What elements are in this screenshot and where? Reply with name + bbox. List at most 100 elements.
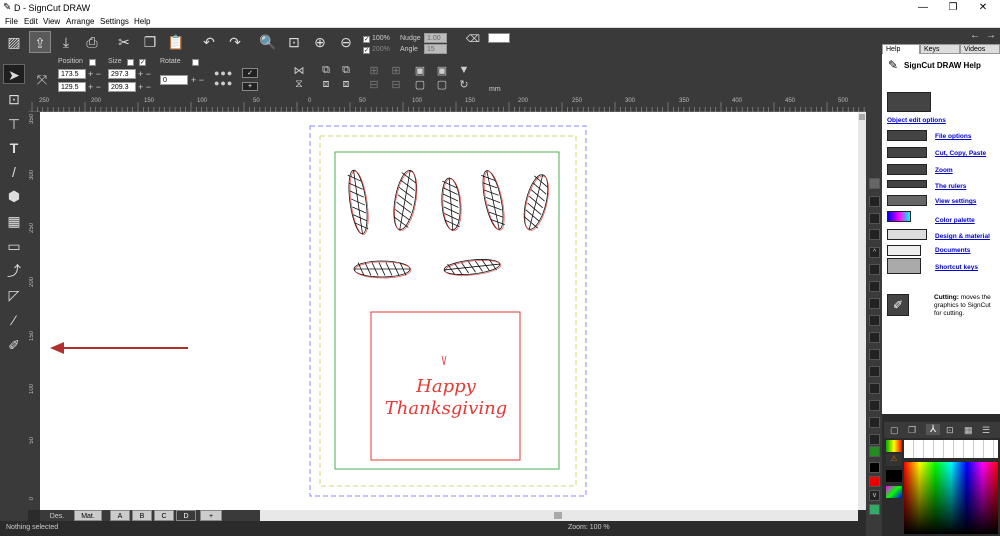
pos-x-field[interactable]: 173.5 (58, 69, 86, 79)
tab-help[interactable]: Help (882, 44, 920, 54)
recent-colors[interactable] (904, 440, 998, 458)
layer-slot[interactable] (869, 332, 880, 343)
line-icon[interactable] (869, 229, 880, 240)
grid-color-icon[interactable]: ▦ (964, 425, 973, 436)
back-icon[interactable]: ▢ (412, 78, 428, 91)
size-w-plus[interactable]: + − (138, 69, 151, 79)
scroll-down-icon[interactable]: v (869, 490, 880, 501)
zoom-fit-icon[interactable]: ⊡ (283, 31, 305, 53)
distribute-icon[interactable]: ⊟ (366, 78, 382, 91)
size-w-field[interactable]: 297.3 (108, 69, 136, 79)
vertical-scrollbar[interactable] (858, 112, 866, 510)
zoom-out-icon[interactable]: ⊖ (335, 31, 357, 53)
layer-slot[interactable] (869, 298, 880, 309)
grid-small-icon[interactable] (869, 213, 880, 224)
link-view-settings[interactable]: View settings (935, 198, 976, 205)
link-rulers[interactable]: The rulers (935, 183, 966, 190)
knife-tool-icon[interactable]: ⁄ (3, 310, 25, 330)
scroll-up-icon[interactable]: ^ (869, 247, 880, 258)
pos-y-field[interactable]: 129.5 (58, 82, 86, 92)
layer-slot[interactable] (869, 264, 880, 275)
tab-material[interactable]: Mat. (74, 510, 102, 521)
forward-arrow-icon[interactable]: → (986, 30, 996, 41)
upload-icon[interactable]: ⇪ (29, 31, 51, 53)
grid-tool-icon[interactable]: ▦ (3, 211, 25, 231)
drawing-canvas[interactable]: Happy Thanksgiving (40, 112, 858, 510)
break-icon[interactable]: ⧈ (338, 78, 354, 91)
tab-b[interactable]: B (132, 510, 152, 521)
select-arrow-icon[interactable]: ➤ (3, 64, 25, 84)
link-object-edit[interactable]: Object edit options (887, 117, 946, 124)
pen-tool-icon[interactable]: / (3, 162, 25, 182)
tab-add[interactable]: + (200, 510, 222, 521)
snap-checkbox[interactable]: ✓ (363, 36, 370, 43)
shape-tool-icon[interactable]: ⬢ (3, 186, 25, 206)
leaf-shape[interactable] (443, 257, 502, 278)
filter-icon[interactable]: ▼ (456, 64, 472, 76)
greeting-line2[interactable]: Thanksgiving (385, 398, 507, 419)
palette-icon[interactable] (869, 504, 880, 515)
color-red-swatch[interactable] (869, 476, 880, 487)
cut-icon[interactable]: ✂ (113, 31, 135, 53)
maximize-icon[interactable]: ❐ (938, 0, 968, 16)
text-tool-icon[interactable]: T (3, 138, 25, 158)
leaf-shape[interactable] (390, 169, 421, 233)
layer-slot[interactable] (869, 349, 880, 360)
dots-icon[interactable] (869, 196, 880, 207)
print-icon[interactable]: ⎙ (81, 31, 103, 53)
apply-button[interactable]: ✓ (242, 68, 258, 78)
layer-slot[interactable] (869, 400, 880, 411)
minimize-icon[interactable]: — (908, 0, 938, 16)
add-button[interactable]: + (242, 82, 258, 91)
align-icon[interactable]: ⊞ (366, 64, 382, 77)
measure-tool-icon[interactable]: ◸ (3, 285, 25, 305)
align-tool-icon[interactable]: ⊤ (3, 114, 25, 134)
position-checkbox[interactable] (89, 59, 96, 66)
new-icon[interactable]: ▨ (3, 31, 25, 53)
zoom-search-icon[interactable]: 🔍 (257, 31, 279, 53)
forward-icon[interactable]: ▣ (434, 64, 450, 77)
node-select-icon[interactable]: ⊡ (3, 89, 25, 109)
anchor-grid[interactable]: ●●● ●●● (214, 68, 233, 88)
swatch-strip[interactable] (886, 440, 902, 452)
layer-slot[interactable] (869, 366, 880, 377)
menu-file[interactable]: File (5, 17, 18, 26)
path-icon[interactable]: ↻ (456, 78, 472, 91)
link-documents[interactable]: Documents (935, 247, 970, 254)
tab-a[interactable]: A (110, 510, 130, 521)
leaf-shape[interactable] (479, 169, 508, 232)
layer-slot[interactable] (869, 315, 880, 326)
size-checkbox[interactable] (127, 59, 134, 66)
download-icon[interactable]: ⤓ (55, 31, 77, 53)
menu-edit[interactable]: Edit (24, 17, 38, 26)
link-zoom[interactable]: Zoom (935, 167, 953, 174)
zoom-in-icon[interactable]: ⊕ (309, 31, 331, 53)
list-icon[interactable]: ☰ (982, 425, 990, 436)
leaf-shape[interactable] (346, 169, 372, 236)
menu-view[interactable]: View (43, 17, 60, 26)
color-black-swatch[interactable] (869, 462, 880, 473)
copy-icon[interactable]: ❐ (139, 31, 161, 53)
layer-slot[interactable] (869, 434, 880, 445)
combine-icon[interactable]: ⧉ (338, 64, 354, 77)
leaf-group[interactable] (346, 169, 554, 279)
paste-icon[interactable]: 📋 (165, 31, 187, 53)
pen-color-icon[interactable]: ⅄ (926, 424, 940, 435)
swatch-black[interactable] (886, 470, 902, 482)
link-shortcut-keys[interactable]: Shortcut keys (935, 264, 978, 271)
layer-slot[interactable] (869, 383, 880, 394)
group-icon[interactable]: ⧉ (318, 64, 334, 77)
backward-icon[interactable]: ▢ (434, 78, 450, 91)
rotate-field[interactable]: 0 (160, 75, 188, 85)
cutting-tool-icon[interactable]: ✐ (3, 335, 25, 355)
bezier-tool-icon[interactable]: ⤴ (3, 261, 25, 281)
nudge-field[interactable]: 1.00 (424, 33, 447, 43)
link-file-options[interactable]: File options (935, 133, 971, 140)
tab-c[interactable]: C (154, 510, 174, 521)
back-arrow-icon[interactable]: ← (970, 30, 980, 41)
anchor-icon[interactable]: ⤧ (34, 72, 50, 88)
leaf-shape[interactable] (440, 177, 463, 232)
leaf-shape[interactable] (353, 260, 412, 279)
vertical-ruler[interactable]: 350 300 250 200 150 100 50 0 (28, 112, 40, 510)
tab-d[interactable]: D (176, 510, 196, 521)
